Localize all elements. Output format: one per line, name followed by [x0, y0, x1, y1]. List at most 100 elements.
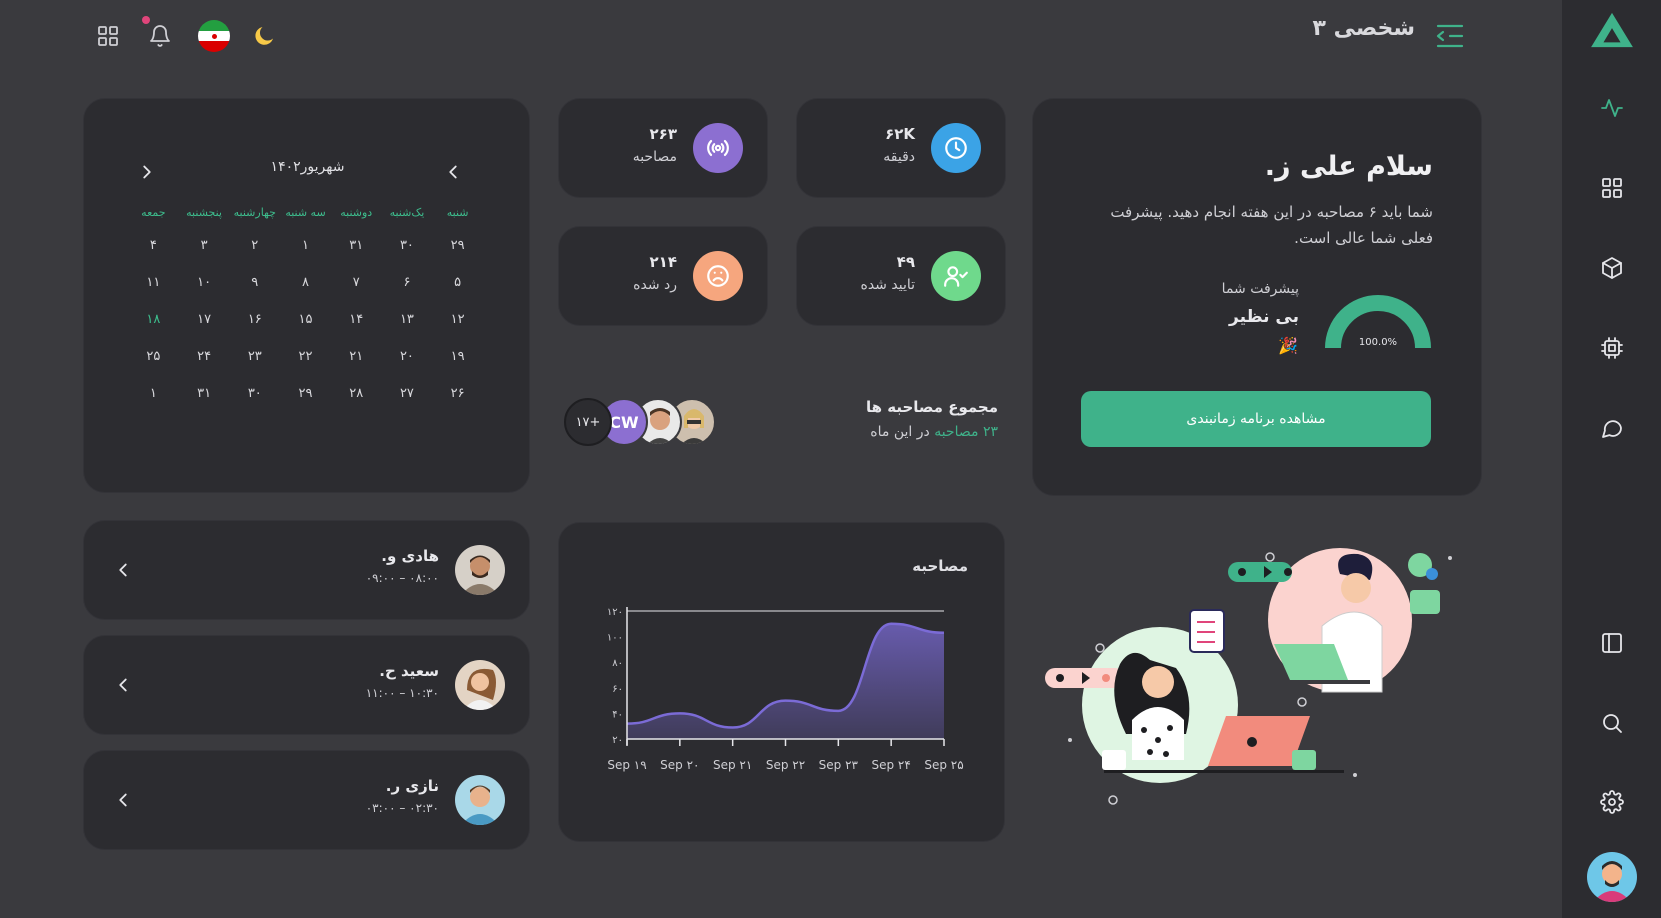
search-icon[interactable]	[1596, 707, 1628, 739]
person-card[interactable]: سعید ح. ۱۰:۳۰ – ۱۱:۰۰	[83, 635, 530, 735]
weekday-header: دوشنبه	[340, 206, 373, 219]
calendar-day[interactable]: ۱۲	[432, 301, 483, 338]
calendar-day[interactable]: ۲۱	[331, 338, 382, 375]
calendar-day[interactable]: ۲۳	[229, 338, 280, 375]
chevron-left-icon[interactable]	[112, 789, 134, 811]
y-tick-label: ۲۰	[612, 735, 623, 746]
chevron-left-icon[interactable]	[112, 674, 134, 696]
calendar-day[interactable]: ۱۰	[179, 264, 230, 301]
stat-value: ۶۲K	[885, 125, 915, 143]
y-tick-label: ۱۲۰	[607, 607, 623, 618]
stat-label: تایید شده	[860, 277, 916, 293]
calendar-day[interactable]: ۱۷	[179, 301, 230, 338]
calendar-card: شهریور۱۴۰۲ شنبه یک‌شنبه دوشنبه سه شنبه چهارش…	[83, 98, 530, 493]
stat-card-approved: ۴۹ تایید شده	[796, 226, 1006, 326]
calendar-day[interactable]: ۱۵	[280, 301, 331, 338]
sidebar-toggle-icon[interactable]	[1596, 627, 1628, 659]
party-icon: 🎉	[1278, 336, 1298, 355]
person-card[interactable]: نازی ر. ۰۲:۳۰ – ۰۳:۰۰	[83, 750, 530, 850]
stat-label: دقیقه	[883, 149, 915, 165]
progress-label: پیشرفت شما	[1221, 281, 1299, 297]
calendar-day[interactable]: ۱۹	[432, 338, 483, 375]
calendar-month: شهریور۱۴۰۲	[270, 159, 345, 175]
total-subtitle: ۲۳ مصاحبه در این ماه	[870, 424, 998, 440]
grid-icon[interactable]	[1596, 172, 1628, 204]
moon-icon[interactable]	[246, 18, 282, 54]
meeting-illustration	[1045, 548, 1452, 805]
avatar-stack: CW ۱۷+	[564, 398, 720, 448]
apps-grid-icon[interactable]	[90, 18, 126, 54]
stat-card-interviews: ۲۶۳ مصاحبه	[558, 98, 768, 198]
prev-month-chevron-icon[interactable]	[136, 161, 158, 187]
calendar-day[interactable]: ۱	[280, 227, 331, 264]
stat-card-minutes: ۶۲K دقیقه	[796, 98, 1006, 198]
gauge-text: 100.0%	[1359, 337, 1397, 348]
calendar-day[interactable]: ۱۸	[128, 301, 179, 338]
calendar-day[interactable]: ۳۰	[229, 375, 280, 412]
calendar-day[interactable]: ۲۹	[432, 227, 483, 264]
flag-iran-icon[interactable]	[198, 20, 230, 52]
calendar-day[interactable]: ۴	[128, 227, 179, 264]
calendar-day[interactable]: ۲۹	[280, 375, 331, 412]
weekday-header: سه شنبه	[285, 206, 326, 219]
box-icon[interactable]	[1596, 252, 1628, 284]
calendar-day[interactable]: ۷	[331, 264, 382, 301]
calendar-day[interactable]: ۱۳	[382, 301, 433, 338]
calendar-day[interactable]: ۲۷	[382, 375, 433, 412]
calendar-day[interactable]: ۱۱	[128, 264, 179, 301]
weekday-header: پنجشنبه	[186, 206, 222, 219]
y-tick-label: ۴۰	[612, 709, 623, 720]
calendar-day[interactable]: ۲۲	[280, 338, 331, 375]
avatar	[455, 775, 505, 825]
broadcast-icon	[693, 123, 743, 173]
x-tick-label: Sep ۲۴	[872, 758, 911, 772]
calendar-day[interactable]: ۲۴	[179, 338, 230, 375]
total-suffix: در این ماه	[870, 424, 930, 440]
calendar-day[interactable]: ۸	[280, 264, 331, 301]
y-tick-label: ۱۰۰	[607, 633, 623, 644]
chart-card: مصاحبه ۲۰ ۴۰ ۶۰ ۸۰ ۱۰۰ ۱۲۰ Sep ۱۹ Sep ۲۰ Sep ۲۱ S…	[558, 522, 1005, 842]
calendar-day[interactable]: ۱۴	[331, 301, 382, 338]
calendar-day[interactable]: ۱۶	[229, 301, 280, 338]
x-tick-label: Sep ۲۱	[713, 758, 752, 772]
x-tick-label: Sep ۲۳	[819, 758, 859, 772]
stat-value: ۲۶۳	[649, 125, 677, 143]
calendar-day[interactable]: ۵	[432, 264, 483, 301]
y-tick-label: ۶۰	[612, 684, 623, 695]
calendar-day[interactable]: ۳۱	[179, 375, 230, 412]
calendar-day[interactable]: ۲۶	[432, 375, 483, 412]
x-tick-label: Sep ۱۹	[607, 758, 646, 772]
person-card[interactable]: هادی و. ۰۸:۰۰ – ۰۹:۰۰	[83, 520, 530, 620]
calendar-day[interactable]: ۳۰	[382, 227, 433, 264]
weekday-header: یک‌شنبه	[389, 206, 425, 219]
next-month-chevron-icon[interactable]	[442, 161, 464, 187]
calendar-day[interactable]: ۲۸	[331, 375, 382, 412]
activity-icon[interactable]	[1596, 92, 1628, 124]
calendar-day[interactable]: ۳	[179, 227, 230, 264]
calendar-day[interactable]: ۲۵	[128, 338, 179, 375]
total-title: مجموع مصاحبه ها	[865, 398, 998, 416]
person-name: هادی و.	[381, 547, 439, 565]
stat-value: ۴۹	[896, 253, 915, 271]
gear-icon[interactable]	[1596, 786, 1628, 818]
user-avatar[interactable]	[1587, 852, 1637, 902]
more-count[interactable]: ۱۷+	[564, 398, 612, 446]
sad-face-icon	[693, 251, 743, 301]
stat-label: رد شده	[633, 277, 677, 293]
bell-icon[interactable]	[142, 16, 178, 54]
view-schedule-button[interactable]: مشاهده برنامه زمانبندی	[1081, 391, 1431, 447]
calendar-day[interactable]: ۹	[229, 264, 280, 301]
calendar-day[interactable]: ۱	[128, 375, 179, 412]
logo-icon[interactable]	[1586, 10, 1638, 50]
page-title: شخصی ۳	[1312, 16, 1415, 41]
chevron-left-icon[interactable]	[112, 559, 134, 581]
calendar-day[interactable]: ۶	[382, 264, 433, 301]
menu-icon[interactable]	[1434, 20, 1466, 52]
chat-icon[interactable]	[1596, 412, 1628, 444]
cpu-icon[interactable]	[1596, 332, 1628, 364]
calendar-day[interactable]: ۳۱	[331, 227, 382, 264]
calendar-day[interactable]: ۲۰	[382, 338, 433, 375]
calendar-day[interactable]: ۲	[229, 227, 280, 264]
stat-value: ۲۱۴	[649, 253, 677, 271]
user-check-icon	[931, 251, 981, 301]
